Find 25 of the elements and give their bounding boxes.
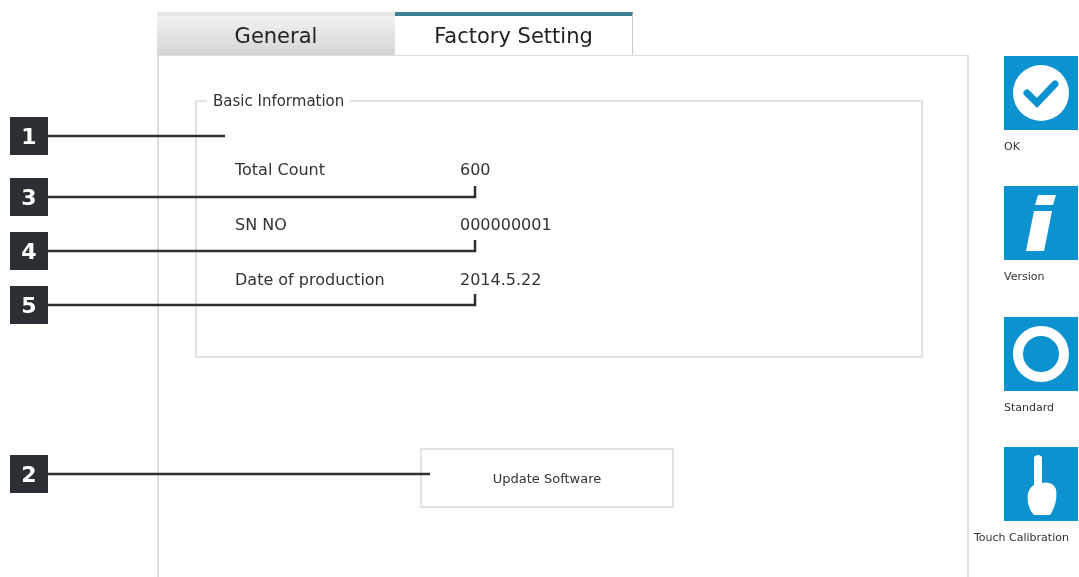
field-label: SN NO [235, 215, 288, 234]
tab[interactable]: Factory Setting [395, 12, 633, 55]
field-value: 2014.5.22 [460, 270, 542, 289]
info-button[interactable] [1004, 186, 1078, 261]
callout-number: 5 [10, 286, 48, 324]
field-label: Total Count [235, 160, 326, 179]
field-label: Date of production [235, 270, 386, 289]
field-value: 600 [460, 160, 491, 179]
ring-button[interactable] [1004, 316, 1078, 391]
info-icon [1026, 195, 1056, 252]
action-label: Standard [1004, 400, 1055, 414]
callout-number: 2 [10, 455, 48, 493]
lifebuoy-icon [1012, 324, 1070, 383]
callout-number: 4 [10, 232, 48, 270]
action-label: Touch Calibration [974, 530, 1069, 544]
action-label: Version [1004, 270, 1045, 284]
action-label: OK [1004, 140, 1020, 153]
field-value: 000000001 [460, 215, 552, 234]
update-software-button[interactable]: Update Software [420, 448, 674, 508]
checkmark-icon [1012, 64, 1070, 122]
check-button[interactable] [1004, 56, 1078, 130]
tab[interactable]: General [157, 12, 395, 55]
callout-number: 1 [10, 117, 48, 155]
hand-button[interactable] [1004, 446, 1078, 521]
callout-number: 3 [10, 178, 48, 216]
